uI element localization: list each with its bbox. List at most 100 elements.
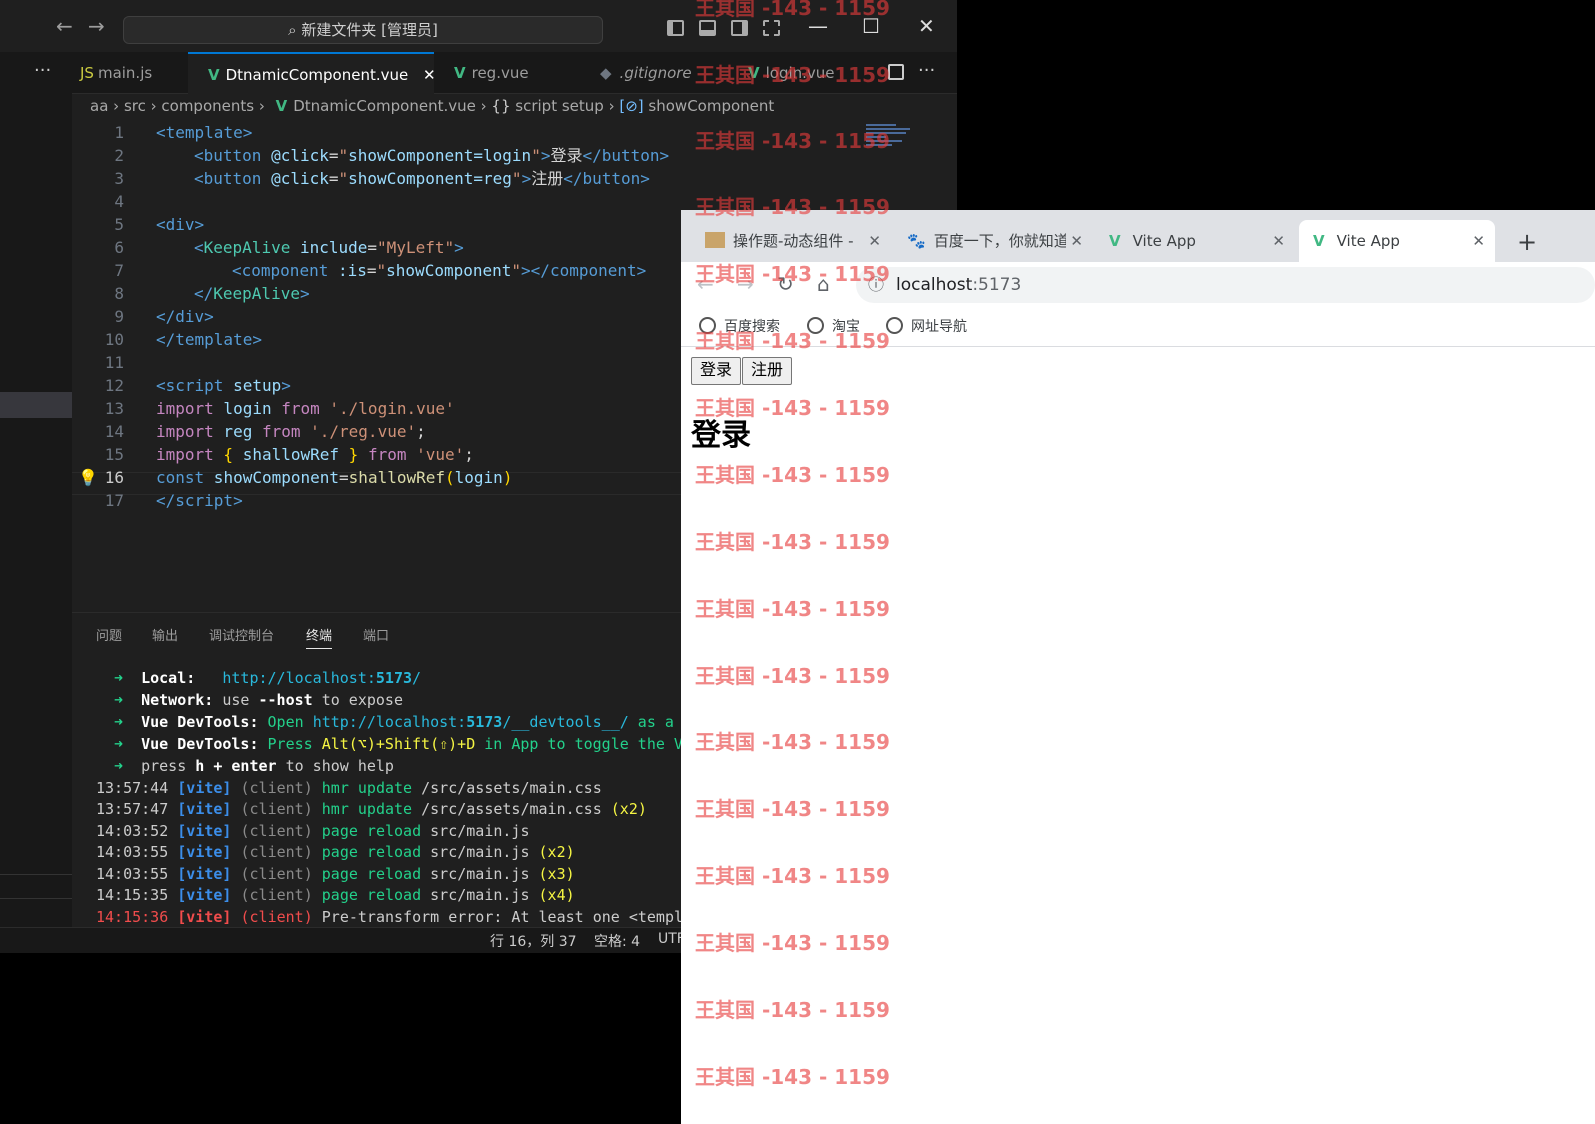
line-number: 17 bbox=[104, 491, 124, 510]
toggle-panel-icon[interactable] bbox=[699, 20, 716, 36]
terminal-line: 13:57:47 [vite] (client) hmr update /src… bbox=[96, 800, 647, 818]
line-number: 11 bbox=[104, 353, 124, 372]
address-bar[interactable]: ⓘ localhost:5173 bbox=[856, 267, 1595, 303]
breadcrumb-item[interactable]: DtnamicComponent.vue bbox=[293, 97, 476, 115]
toggle-sidebar-icon[interactable] bbox=[667, 20, 684, 36]
code-line: </KeepAlive> bbox=[194, 284, 310, 303]
line-number: 3 bbox=[114, 169, 124, 188]
watermark: 王其国 -143 - 1159 bbox=[695, 329, 890, 353]
line-number: 8 bbox=[114, 284, 124, 303]
activity-bar bbox=[0, 52, 72, 927]
cursor-position[interactable]: 行 16，列 37 bbox=[490, 931, 577, 951]
watermark: 王其国 -143 - 1159 bbox=[695, 1065, 890, 1089]
tab-dtnamic-component[interactable]: V DtnamicComponent.vue ✕ bbox=[188, 52, 436, 94]
breadcrumb-item[interactable]: showComponent bbox=[648, 97, 774, 115]
vue-file-icon: V bbox=[454, 64, 466, 82]
code-line: <button @click="showComponent=reg">注册</b… bbox=[194, 169, 650, 188]
register-button[interactable]: 注册 bbox=[742, 357, 793, 385]
back-arrow-icon[interactable]: ← bbox=[56, 14, 73, 38]
line-number: 13 bbox=[104, 399, 124, 418]
watermark: 王其国 -143 - 1159 bbox=[695, 998, 890, 1022]
tab-close-icon[interactable]: ✕ bbox=[1272, 220, 1285, 262]
watermark: 王其国 -143 - 1159 bbox=[695, 931, 890, 955]
watermark: 王其国 -143 - 1159 bbox=[695, 262, 890, 286]
watermark: 王其国 -143 - 1159 bbox=[695, 597, 890, 621]
close-icon[interactable]: ✕ bbox=[918, 14, 935, 38]
browser-tab[interactable]: 操作题-动态组件 - ✕ bbox=[695, 220, 891, 262]
panel-tab-debug-console[interactable]: 调试控制台 bbox=[209, 625, 274, 644]
search-text: 新建文件夹 [管理员] bbox=[301, 21, 438, 39]
line-number: 16 bbox=[104, 468, 124, 487]
baidu-paw-icon: 🐾 bbox=[907, 232, 926, 250]
watermark: 王其国 -143 - 1159 bbox=[695, 664, 890, 688]
vue-favicon-icon: V bbox=[1109, 232, 1121, 250]
code-line: const showComponent=shallowRef(login) bbox=[156, 468, 513, 487]
new-tab-button[interactable]: + bbox=[1517, 228, 1537, 256]
watermark: 王其国 -143 - 1159 bbox=[695, 129, 890, 153]
terminal-line: ➜ Vue DevTools: Press Alt(⌥)+Shift(⇧)+D … bbox=[114, 735, 692, 753]
terminal-line: 14:03:55 [vite] (client) page reload src… bbox=[96, 843, 575, 861]
terminal-line: ➜ Local: http://localhost:5173/ bbox=[114, 669, 422, 687]
forward-arrow-icon[interactable]: → bbox=[88, 14, 105, 38]
login-button[interactable]: 登录 bbox=[691, 357, 742, 385]
terminal-line: ➜ Network: use --host to expose bbox=[114, 691, 403, 709]
line-number: 12 bbox=[104, 376, 124, 395]
line-number: 2 bbox=[114, 146, 124, 165]
breadcrumb-item[interactable]: aa bbox=[90, 97, 108, 115]
line-number: 5 bbox=[114, 215, 124, 234]
code-line: <script setup> bbox=[156, 376, 291, 395]
browser-tab[interactable]: 🐾 百度一下，你就知道 ✕ bbox=[897, 220, 1093, 262]
tab-close-icon[interactable]: ✕ bbox=[1066, 220, 1083, 262]
panel-tab-output[interactable]: 输出 bbox=[152, 625, 178, 644]
git-icon: ◆ bbox=[600, 64, 612, 82]
favicon-icon bbox=[705, 232, 725, 248]
command-center-search[interactable]: ⌕ 新建文件夹 [管理员] bbox=[123, 16, 603, 44]
indentation[interactable]: 空格: 4 bbox=[594, 931, 640, 951]
browser-tab[interactable]: V Vite App ✕ bbox=[1099, 220, 1295, 262]
watermark: 王其国 -143 - 1159 bbox=[695, 797, 890, 821]
terminal-error-line: 14:15:36 [vite] (client) Pre-transform e… bbox=[96, 908, 693, 926]
panel-tab-problems[interactable]: 问题 bbox=[96, 625, 122, 644]
terminal-line: ➜ press h + enter to show help bbox=[114, 757, 394, 775]
watermark: 王其国 -143 - 1159 bbox=[695, 396, 890, 420]
watermark: 王其国 -143 - 1159 bbox=[695, 63, 890, 87]
tab-main-js[interactable]: JS main.js bbox=[72, 52, 188, 94]
watermark: 王其国 -143 - 1159 bbox=[695, 0, 890, 20]
line-number: 6 bbox=[114, 238, 124, 257]
watermark: 王其国 -143 - 1159 bbox=[695, 730, 890, 754]
search-icon: ⌕ bbox=[288, 21, 302, 39]
code-line: import reg from './reg.vue'; bbox=[156, 422, 426, 441]
breadcrumb: aa › src › components › V DtnamicComponen… bbox=[90, 97, 775, 115]
line-number: 15 bbox=[104, 445, 124, 464]
tab-reg-vue[interactable]: Vreg.vue bbox=[434, 52, 582, 94]
tab-close-icon[interactable]: ✕ bbox=[868, 220, 881, 262]
split-editor-icon[interactable] bbox=[888, 64, 904, 80]
code-line: <component :is="showComponent"></compone… bbox=[232, 261, 647, 280]
line-number: 4 bbox=[114, 192, 124, 211]
breadcrumb-item[interactable]: components bbox=[161, 97, 254, 115]
bookmark-item[interactable]: 网址导航 bbox=[886, 316, 967, 336]
line-number: 9 bbox=[114, 307, 124, 326]
panel-tab-terminal[interactable]: 终端 bbox=[306, 625, 333, 649]
watermark: 王其国 -143 - 1159 bbox=[695, 864, 890, 888]
more-actions-icon[interactable]: ··· bbox=[34, 60, 51, 81]
browser-tab-active[interactable]: V Vite App ✕ bbox=[1299, 220, 1495, 262]
line-number: 1 bbox=[114, 123, 124, 142]
customize-layout-icon[interactable] bbox=[763, 20, 780, 36]
vue-file-icon: V bbox=[208, 66, 220, 84]
editor-more-icon[interactable]: ··· bbox=[918, 60, 935, 81]
panel-tab-ports[interactable]: 端口 bbox=[363, 625, 389, 644]
activity-bar-selection bbox=[0, 392, 72, 418]
tab-close-icon[interactable]: ✕ bbox=[1472, 220, 1485, 262]
terminal-line: 14:03:52 [vite] (client) page reload src… bbox=[96, 822, 530, 840]
activity-divider bbox=[0, 898, 72, 899]
code-line: </script> bbox=[156, 491, 243, 510]
toggle-secondary-sidebar-icon[interactable] bbox=[731, 20, 748, 36]
terminal-line: ➜ Vue DevTools: Open http://localhost:51… bbox=[114, 713, 692, 731]
terminal-line: 13:57:44 [vite] (client) hmr update /src… bbox=[96, 779, 602, 797]
variable-icon: [⊘] bbox=[619, 97, 644, 115]
breadcrumb-item[interactable]: script setup bbox=[515, 97, 604, 115]
code-line: <div> bbox=[156, 215, 205, 234]
watermark: 王其国 -143 - 1159 bbox=[695, 195, 890, 219]
breadcrumb-item[interactable]: src bbox=[124, 97, 146, 115]
